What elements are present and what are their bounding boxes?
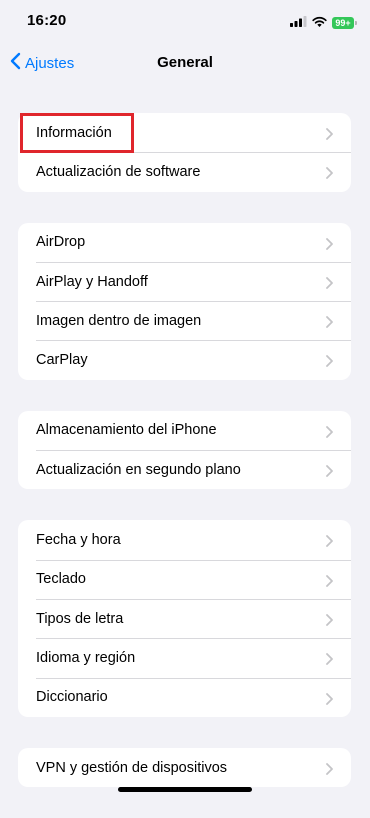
- chevron-right-icon: [326, 762, 333, 780]
- settings-row[interactable]: Información: [18, 113, 351, 152]
- chevron-right-icon: [326, 354, 333, 372]
- chevron-right-icon: [326, 574, 333, 592]
- settings-row[interactable]: Imagen dentro de imagen: [18, 301, 351, 340]
- settings-list: Información Actualización de software AirD…: [18, 113, 351, 818]
- chevron-right-icon: [326, 692, 333, 710]
- settings-row[interactable]: Actualización en segundo plano: [18, 450, 351, 489]
- settings-row[interactable]: Fecha y hora: [18, 520, 351, 559]
- status-time: 16:20: [27, 12, 67, 29]
- settings-row-label: AirDrop: [36, 234, 86, 251]
- settings-group: AirDrop AirPlay y Handoff Imagen dentro de…: [18, 222, 351, 380]
- navigation-bar: Ajustes General: [0, 44, 370, 82]
- settings-group: Fecha y hora Teclado Tipos de letra Idioma …: [18, 520, 351, 717]
- page-title: General: [157, 54, 213, 71]
- settings-group: Información Actualización de software: [18, 113, 351, 192]
- settings-row-label: Idioma y región: [36, 649, 136, 666]
- settings-row-label: Almacenamiento del iPhone: [36, 422, 217, 439]
- chevron-right-icon: [326, 464, 333, 482]
- settings-row[interactable]: CarPlay: [18, 340, 351, 379]
- chevron-right-icon: [326, 237, 333, 255]
- settings-row-label: Imagen dentro de imagen: [36, 312, 202, 329]
- battery-icon: 99+: [332, 17, 357, 29]
- settings-row[interactable]: Diccionario: [18, 677, 351, 717]
- settings-row-label: Tipos de letra: [36, 610, 124, 627]
- chevron-right-icon: [326, 127, 333, 145]
- status-bar: 16:20 99+: [0, 0, 370, 44]
- settings-group: VPN y gestión de dispositivos: [18, 747, 351, 788]
- chevron-right-icon: [326, 166, 333, 184]
- settings-row[interactable]: AirPlay y Handoff: [18, 261, 351, 301]
- settings-row-label: CarPlay: [36, 352, 88, 369]
- cellular-signal-icon: [290, 14, 307, 32]
- settings-row[interactable]: Teclado: [18, 559, 351, 599]
- home-indicator: [118, 787, 252, 792]
- settings-row-label: Información: [36, 124, 112, 141]
- settings-row[interactable]: Idioma y región: [18, 638, 351, 677]
- chevron-right-icon: [326, 534, 333, 552]
- chevron-right-icon: [326, 652, 333, 670]
- settings-row-label: AirPlay y Handoff: [36, 273, 148, 290]
- settings-row-label: VPN y gestión de dispositivos: [36, 759, 228, 776]
- settings-row-label: Actualización en segundo plano: [36, 461, 241, 478]
- settings-row-label: Diccionario: [36, 689, 108, 706]
- settings-group: Almacenamiento del iPhone Actualización e…: [18, 410, 351, 490]
- settings-row[interactable]: VPN y gestión de dispositivos: [18, 748, 351, 787]
- chevron-right-icon: [326, 425, 333, 443]
- status-icons: 99+: [290, 14, 357, 32]
- settings-row[interactable]: AirDrop: [18, 223, 351, 262]
- settings-row-label: Actualización de software: [36, 163, 201, 180]
- settings-row[interactable]: Tipos de letra: [18, 598, 351, 638]
- settings-row[interactable]: Almacenamiento del iPhone: [18, 411, 351, 450]
- settings-row-label: Fecha y hora: [36, 532, 121, 549]
- chevron-right-icon: [326, 276, 333, 294]
- chevron-right-icon: [326, 613, 333, 631]
- wifi-icon: [312, 14, 327, 32]
- settings-row[interactable]: Actualización de software: [18, 152, 351, 191]
- chevron-right-icon: [326, 315, 333, 333]
- settings-row-label: Teclado: [36, 571, 86, 588]
